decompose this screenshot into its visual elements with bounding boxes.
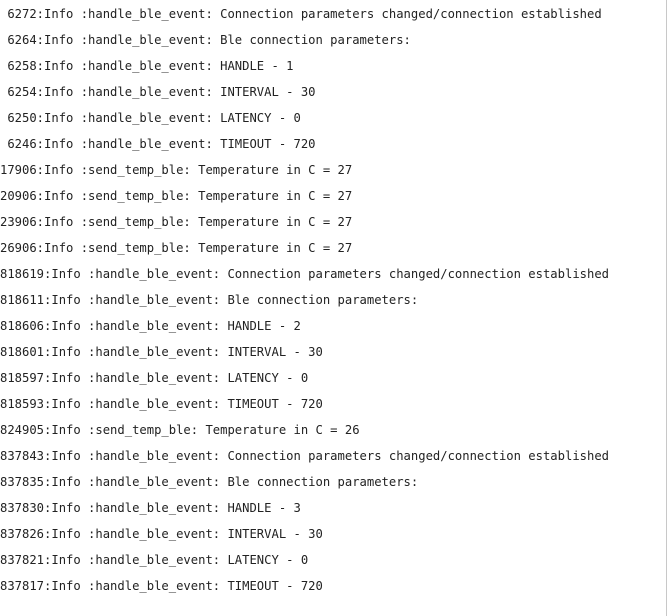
log-line: 818601:Info :handle_ble_event: INTERVAL …: [0, 345, 323, 359]
log-line: 818593:Info :handle_ble_event: TIMEOUT -…: [0, 397, 323, 411]
log-line: 6272:Info :handle_ble_event: Connection …: [0, 7, 602, 21]
log-line: 6250:Info :handle_ble_event: LATENCY - 0: [0, 111, 301, 125]
log-line: 837817:Info :handle_ble_event: TIMEOUT -…: [0, 579, 323, 593]
log-line: 837830:Info :handle_ble_event: HANDLE - …: [0, 501, 301, 515]
log-line: 818597:Info :handle_ble_event: LATENCY -…: [0, 371, 309, 385]
log-output-panel[interactable]: 6272:Info :handle_ble_event: Connection …: [0, 0, 667, 616]
log-line: 6254:Info :handle_ble_event: INTERVAL - …: [0, 85, 316, 99]
log-line: 6258:Info :handle_ble_event: HANDLE - 1: [0, 59, 294, 73]
log-line: 837835:Info :handle_ble_event: Ble conne…: [0, 475, 419, 489]
log-line: 23906:Info :send_temp_ble: Temperature i…: [0, 215, 353, 229]
log-line: 837826:Info :handle_ble_event: INTERVAL …: [0, 527, 323, 541]
log-line: 26906:Info :send_temp_ble: Temperature i…: [0, 241, 353, 255]
log-line: 824905:Info :send_temp_ble: Temperature …: [0, 423, 360, 437]
log-line: 17906:Info :send_temp_ble: Temperature i…: [0, 163, 353, 177]
log-lines: 6272:Info :handle_ble_event: Connection …: [0, 6, 609, 604]
log-line: 20906:Info :send_temp_ble: Temperature i…: [0, 189, 353, 203]
log-line: 837843:Info :handle_ble_event: Connectio…: [0, 449, 610, 463]
log-line: 818606:Info :handle_ble_event: HANDLE - …: [0, 319, 301, 333]
log-line: 837821:Info :handle_ble_event: LATENCY -…: [0, 553, 309, 567]
log-line: 6246:Info :handle_ble_event: TIMEOUT - 7…: [0, 137, 316, 151]
log-line: 818619:Info :handle_ble_event: Connectio…: [0, 267, 610, 281]
log-line: 6264:Info :handle_ble_event: Ble connect…: [0, 33, 411, 47]
log-line: 818611:Info :handle_ble_event: Ble conne…: [0, 293, 419, 307]
